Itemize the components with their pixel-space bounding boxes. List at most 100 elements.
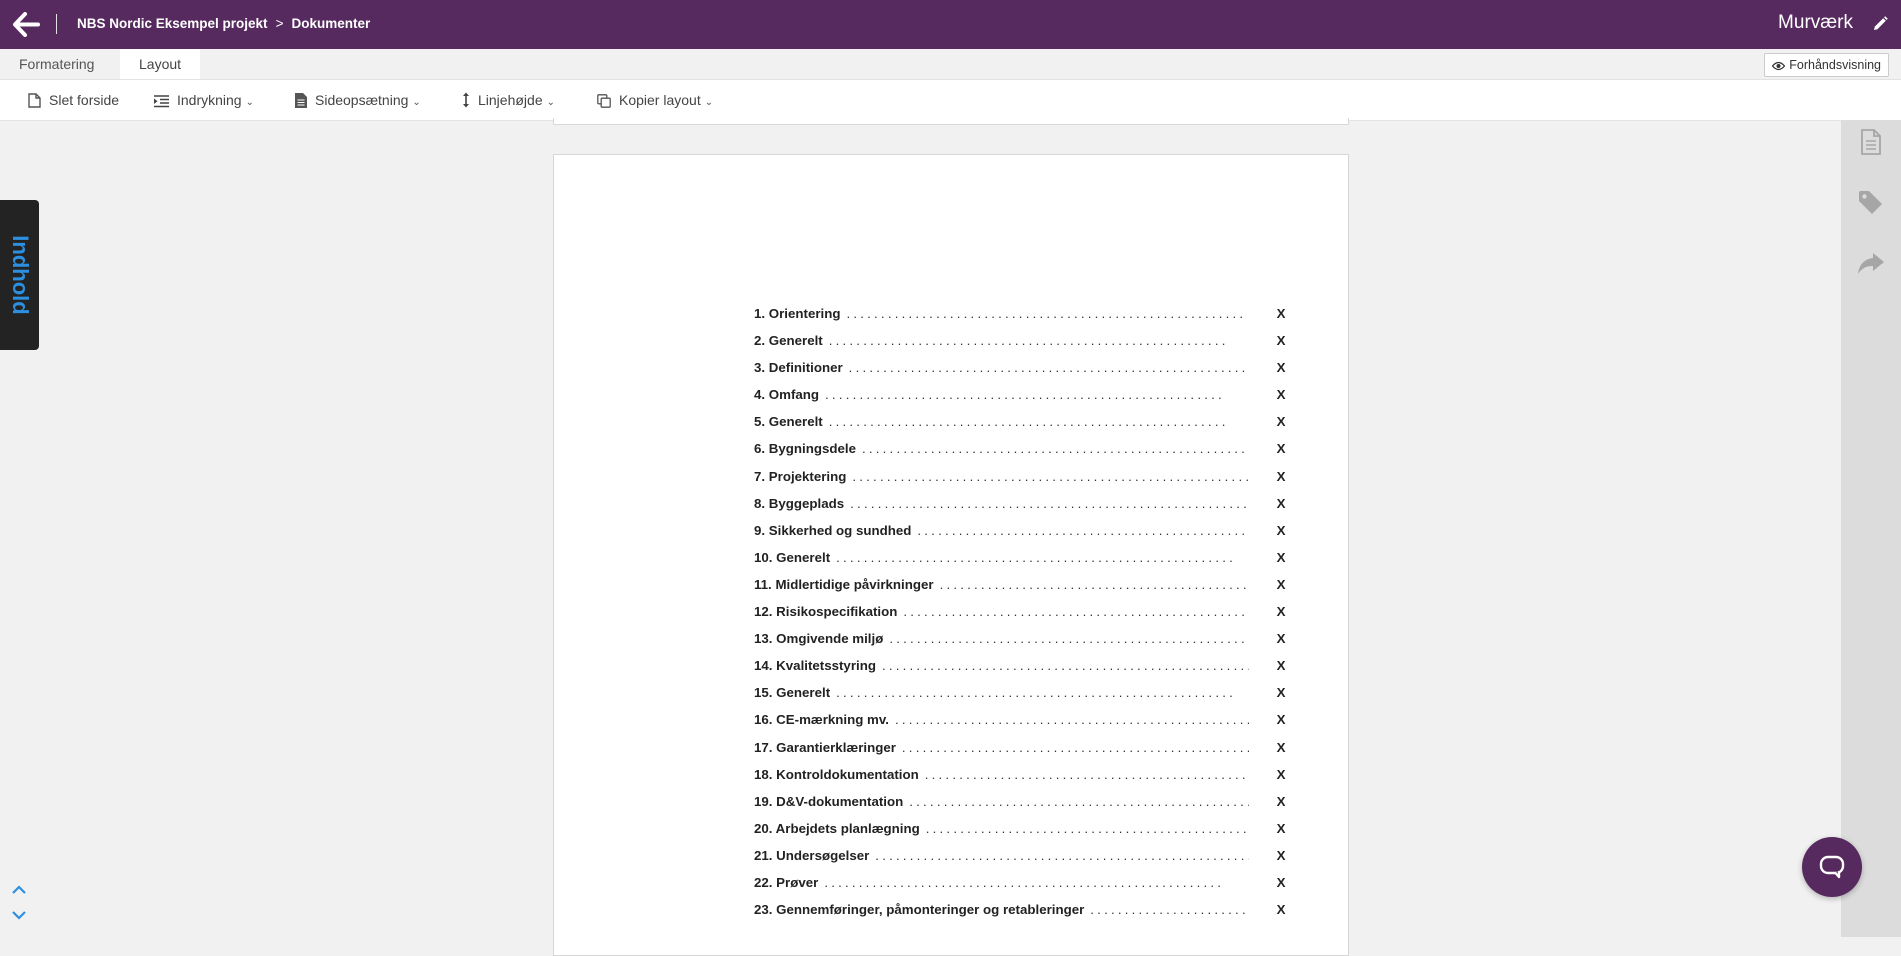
toc-entry-label: 12. Risikospecifikation [754, 604, 898, 620]
toc-entry-label: 2. Generelt [754, 333, 823, 349]
toc-entry[interactable]: 16. CE-mærkning mv......................… [754, 712, 1287, 739]
toc-entry-page: X [1276, 874, 1286, 890]
page-setup-dropdown[interactable]: Sideopsætning ⌄ [295, 80, 421, 120]
toc-leader-dots: ........................................… [825, 387, 1226, 403]
toc-entry[interactable]: 18. Kontroldokumentation................… [754, 767, 1287, 794]
toc-entry[interactable]: 3. Definitioner.........................… [754, 360, 1287, 387]
toc-entry-page: X [1276, 739, 1286, 755]
arrow-left-icon[interactable] [12, 12, 40, 37]
toc-entry-label: 21. Undersøgelser [754, 847, 870, 863]
toc-entry-page: X [1276, 766, 1286, 782]
toc-leader-dots: ........................................… [939, 576, 1249, 592]
toc-entry-page: X [1276, 631, 1286, 647]
toc-leader-dots: ........................................… [828, 414, 1229, 430]
toc-entry-label: 19. D&V-dokumentation [754, 793, 904, 809]
toc-entry-label: 16. CE-mærkning mv. [754, 712, 889, 728]
toc-entry[interactable]: 22. Prøver..............................… [754, 875, 1287, 902]
previous-page-edge [553, 118, 1349, 125]
toc-entry[interactable]: 5. Generelt.............................… [754, 414, 1287, 441]
toc-leader-dots: ........................................… [901, 739, 1249, 755]
tab-formatering[interactable]: Formatering [0, 49, 113, 79]
toc-leader-dots: ........................................… [828, 333, 1229, 349]
toc-leader-dots: ........................................… [848, 360, 1249, 376]
toc-entry-page: X [1276, 387, 1286, 403]
toc-entry-page: X [1276, 685, 1286, 701]
toc-entry[interactable]: 19. D&V-dokumentation...................… [754, 794, 1287, 821]
chevron-down-icon: ⌄ [546, 97, 555, 108]
toc-entry-label: 18. Kontroldokumentation [754, 766, 919, 782]
toc-leader-dots: ........................................… [824, 874, 1225, 890]
toc-entry[interactable]: 14. Kvalitetsstyring....................… [754, 658, 1287, 685]
contents-side-tab-label: Indhold [7, 235, 33, 315]
toc-entry[interactable]: 17. Garantierklæringer..................… [754, 740, 1287, 767]
toc-entry[interactable]: 13. Omgivende miljø.....................… [754, 631, 1287, 658]
toc-leader-dots: ........................................… [881, 658, 1249, 674]
toc-entry[interactable]: 11. Midlertidige påvirkninger...........… [754, 577, 1287, 604]
toc-entry[interactable]: 6. Bygningsdele.........................… [754, 441, 1287, 468]
toc-entry[interactable]: 21. Undersøgelser.......................… [754, 848, 1287, 875]
toc-entry-page: X [1276, 820, 1286, 836]
page-setup-icon [295, 93, 307, 108]
document-lines-icon[interactable] [1857, 128, 1885, 156]
pencil-icon[interactable] [1872, 16, 1888, 32]
line-height-dropdown[interactable]: Linjehøjde ⌄ [462, 80, 555, 120]
chevron-down-icon: ⌄ [704, 97, 714, 108]
document-title: Murværk [1778, 12, 1853, 33]
layout-toolbar: Slet forside Indrykning ⌄ Sideopsætning ⌄ … [0, 80, 1901, 121]
tab-layout[interactable]: Layout [120, 49, 201, 79]
toc-entry-label: 20. Arbejdets planlægning [754, 820, 920, 836]
share-arrow-icon[interactable] [1857, 250, 1885, 278]
copy-icon [597, 94, 611, 108]
toc-entry[interactable]: 8. Byggeplads...........................… [754, 496, 1287, 523]
contents-side-tab[interactable]: Indhold [0, 200, 39, 350]
eye-icon [1771, 61, 1786, 71]
toc-entry[interactable]: 2. Generelt.............................… [754, 333, 1287, 360]
toc-entry-page: X [1276, 604, 1286, 620]
toc-leader-dots: ........................................… [909, 793, 1249, 809]
toc-entry-label: 14. Kvalitetsstyring [754, 658, 876, 674]
toc-entry[interactable]: 23. Gennemføringer, påmonteringer og ret… [754, 902, 1287, 929]
toc-entry-page: X [1276, 902, 1286, 918]
tabs-bar: Formatering Layout Forhåndsvisning [0, 49, 1901, 80]
right-rail [1841, 120, 1901, 937]
toc-leader-dots: ........................................… [1090, 902, 1249, 918]
line-height-icon [463, 92, 469, 108]
indent-label: Indrykning [177, 92, 242, 108]
toc-leader-dots: ........................................… [861, 441, 1249, 457]
breadcrumb-project[interactable]: NBS Nordic Eksempel projekt [77, 16, 268, 31]
breadcrumb-documents[interactable]: Dokumenter [291, 16, 370, 31]
toc-entry-page: X [1276, 549, 1286, 565]
table-of-contents: 1. Orientering..........................… [754, 306, 1287, 929]
copy-layout-dropdown[interactable]: Kopier layout ⌄ [597, 80, 713, 120]
toc-leader-dots: ........................................… [836, 685, 1237, 701]
indent-dropdown[interactable]: Indrykning ⌄ [154, 80, 254, 120]
toc-entry[interactable]: 1. Orientering..........................… [754, 306, 1287, 333]
toc-entry-label: 1. Orientering [754, 306, 841, 321]
toc-entry-page: X [1276, 468, 1286, 484]
toc-entry[interactable]: 20. Arbejdets planlægning...............… [754, 821, 1287, 848]
chevron-up-icon[interactable] [11, 884, 27, 896]
toc-entry-page: X [1276, 847, 1286, 863]
toc-entry[interactable]: 10. Generelt............................… [754, 550, 1287, 577]
copy-layout-label: Kopier layout [619, 92, 701, 108]
chevron-down-icon[interactable] [11, 909, 27, 921]
chat-button[interactable] [1802, 837, 1862, 897]
chevron-down-icon: ⌄ [412, 97, 421, 108]
toc-entry[interactable]: 12. Risikospecifikation.................… [754, 604, 1287, 631]
toc-entry[interactable]: 4. Omfang...............................… [754, 387, 1287, 414]
toc-entry[interactable]: 9. Sikkerhed og sundhed.................… [754, 523, 1287, 550]
chevron-down-icon: ⌄ [245, 97, 254, 108]
toc-entry-page: X [1276, 793, 1286, 809]
toc-entry[interactable]: 7. Projektering.........................… [754, 469, 1287, 496]
tag-icon[interactable] [1857, 188, 1885, 216]
toc-entry-label: 22. Prøver [754, 874, 819, 890]
toc-leader-dots: ........................................… [846, 306, 1247, 321]
toc-entry-page: X [1276, 576, 1286, 592]
delete-cover-button[interactable]: Slet forside [28, 80, 119, 120]
toc-entry-page: X [1276, 495, 1286, 511]
preview-button[interactable]: Forhåndsvisning [1764, 53, 1889, 77]
page-setup-label: Sideopsætning [315, 92, 409, 108]
toc-leader-dots: ........................................… [850, 495, 1249, 511]
toc-entry[interactable]: 15. Generelt............................… [754, 685, 1287, 712]
toc-leader-dots: ........................................… [894, 712, 1249, 728]
